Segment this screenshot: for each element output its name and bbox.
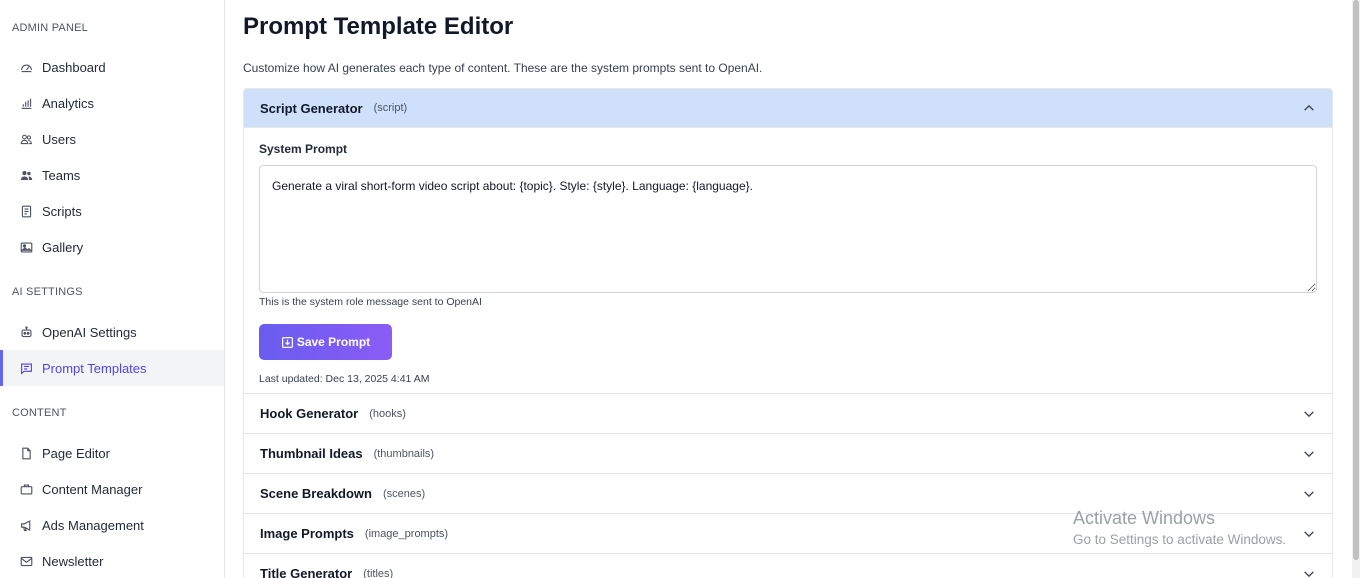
- save-prompt-label: Save Prompt: [296, 335, 371, 349]
- sidebar-item-content-manager[interactable]: Content Manager: [0, 471, 224, 507]
- section-label-content: CONTENT: [12, 407, 67, 419]
- sidebar-item-prompt-templates[interactable]: Prompt Templates: [0, 350, 224, 386]
- sidebar-item-label: Gallery: [42, 239, 84, 255]
- main-content: Prompt Template Editor Customize how AI …: [225, 0, 1360, 578]
- sidebar-item-label: Scripts: [42, 203, 82, 219]
- robot-icon: [19, 325, 33, 339]
- accordion-header-script-generator[interactable]: Script Generator (script): [244, 89, 1332, 128]
- sidebar-item-analytics[interactable]: Analytics: [0, 85, 224, 121]
- chevron-down-icon[interactable]: [1302, 407, 1316, 421]
- template-key: (scenes): [383, 487, 426, 500]
- template-name: Thumbnail Ideas: [260, 446, 363, 461]
- sidebar-item-teams[interactable]: Teams: [0, 157, 224, 193]
- dashboard-icon: [19, 60, 33, 74]
- mail-icon: [19, 554, 33, 568]
- sidebar-item-scripts[interactable]: Scripts: [0, 193, 224, 229]
- megaphone-icon: [19, 518, 33, 532]
- page-scrollbar[interactable]: [1352, 0, 1360, 578]
- accordion-header-hook-generator[interactable]: Hook Generator (hooks): [244, 394, 1332, 434]
- sidebar-item-page-editor[interactable]: Page Editor: [0, 435, 224, 471]
- template-name: Script Generator: [260, 100, 363, 116]
- sidebar-item-label: Users: [42, 131, 76, 147]
- template-name: Title Generator: [260, 566, 353, 578]
- template-key: (hooks): [369, 407, 406, 420]
- accordion-body-script-generator: System Prompt Generate a viral short-for…: [244, 128, 1332, 394]
- system-prompt-textarea[interactable]: Generate a viral short-form video script…: [259, 165, 1317, 293]
- template-key: (image_prompts): [364, 527, 449, 540]
- section-label-admin-panel: ADMIN PANEL: [12, 22, 88, 34]
- sidebar-item-label: Ads Management: [42, 517, 144, 533]
- last-updated-text: Last updated: Dec 13, 2025 4:41 AM: [259, 373, 430, 385]
- chevron-down-icon[interactable]: [1302, 527, 1316, 541]
- sidebar-item-label: OpenAI Settings: [42, 324, 137, 340]
- sidebar-item-ads-management[interactable]: Ads Management: [0, 507, 224, 543]
- sidebar-item-openai-settings[interactable]: OpenAI Settings: [0, 314, 224, 350]
- chevron-up-icon[interactable]: [1302, 101, 1316, 115]
- gallery-icon: [19, 240, 33, 254]
- system-prompt-label: System Prompt: [259, 142, 348, 156]
- save-prompt-button[interactable]: Save Prompt: [259, 324, 392, 360]
- scripts-icon: [19, 204, 33, 218]
- accordion-header-scene-breakdown[interactable]: Scene Breakdown (scenes): [244, 474, 1332, 514]
- message-icon: [19, 361, 33, 375]
- save-icon: [281, 336, 294, 349]
- page-icon: [19, 446, 33, 460]
- page-title: Prompt Template Editor: [243, 13, 514, 40]
- sidebar-item-label: Teams: [42, 167, 81, 183]
- template-key: (titles): [363, 567, 394, 578]
- sidebar-item-newsletter[interactable]: Newsletter: [0, 543, 224, 578]
- analytics-icon: [19, 96, 33, 110]
- chevron-down-icon[interactable]: [1302, 487, 1316, 501]
- section-label-ai-settings: AI SETTINGS: [12, 286, 83, 298]
- accordion-header-title-generator[interactable]: Title Generator (titles): [244, 554, 1332, 578]
- sidebar-item-label: Newsletter: [42, 553, 104, 569]
- accordion-header-image-prompts[interactable]: Image Prompts (image_prompts): [244, 514, 1332, 554]
- chevron-down-icon[interactable]: [1302, 567, 1316, 578]
- sidebar-item-dashboard[interactable]: Dashboard: [0, 49, 224, 85]
- template-name: Hook Generator: [260, 406, 359, 421]
- sidebar-item-label: Content Manager: [42, 481, 143, 497]
- sidebar-item-label: Page Editor: [42, 445, 110, 461]
- teams-icon: [19, 168, 33, 182]
- template-accordion: Script Generator (script) System Prompt …: [243, 88, 1333, 578]
- scrollbar-thumb[interactable]: [1353, 0, 1359, 560]
- chevron-down-icon[interactable]: [1302, 447, 1316, 461]
- template-name: Image Prompts: [260, 526, 354, 541]
- template-key: (script): [373, 102, 408, 114]
- briefcase-icon: [19, 482, 33, 496]
- template-name: Scene Breakdown: [260, 486, 372, 501]
- sidebar-item-label: Prompt Templates: [42, 360, 147, 376]
- sidebar-item-users[interactable]: Users: [0, 121, 224, 157]
- sidebar-item-gallery[interactable]: Gallery: [0, 229, 224, 265]
- template-key: (thumbnails): [373, 447, 435, 460]
- sidebar-item-label: Dashboard: [42, 59, 106, 75]
- users-icon: [19, 132, 33, 146]
- system-prompt-hint: This is the system role message sent to …: [259, 296, 482, 308]
- page-description: Customize how AI generates each type of …: [243, 61, 763, 75]
- accordion-header-thumbnail-ideas[interactable]: Thumbnail Ideas (thumbnails): [244, 434, 1332, 474]
- sidebar: ADMIN PANEL Dashboard Analytics Users Te…: [0, 0, 225, 578]
- sidebar-item-label: Analytics: [42, 95, 95, 111]
